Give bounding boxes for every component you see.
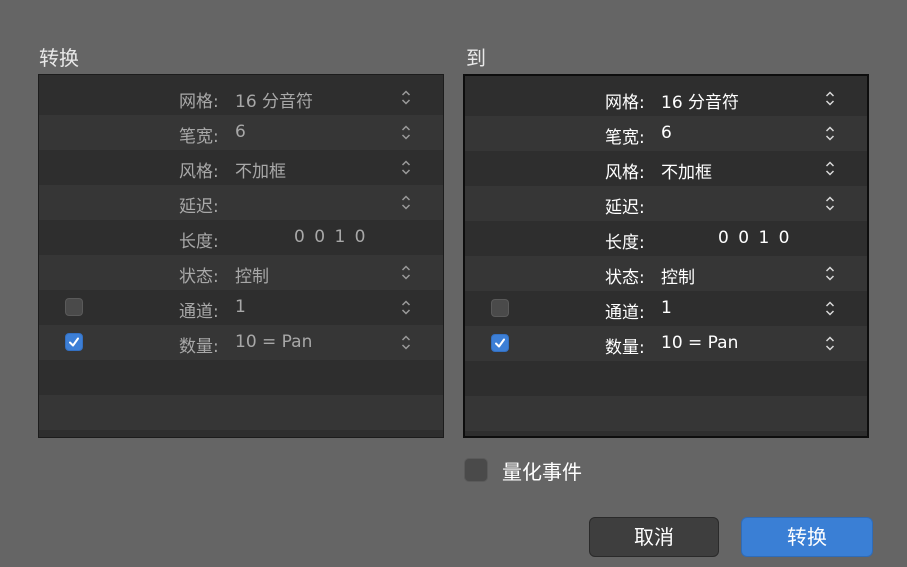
delay-stepper-icon[interactable] [401, 194, 411, 211]
channel-label: 通道: [605, 303, 645, 323]
from-panel: 网格: 16 分音符 笔宽: 6 风格: 不加框 延迟: 长度: 0 0 1 0… [38, 74, 444, 438]
delay-label: 延迟: [605, 198, 645, 218]
delay-stepper-icon[interactable] [825, 195, 835, 212]
from-row-pen-width[interactable]: 笔宽: 6 [39, 115, 443, 150]
from-row-channel[interactable]: 通道: 1 [39, 290, 443, 325]
convert-dialog: 转换 网格: 16 分音符 笔宽: 6 风格: 不加框 延迟: 长度: 0 0 … [0, 0, 907, 567]
status-value: 控制 [235, 267, 269, 287]
empty-row [39, 360, 443, 395]
channel-label: 通道: [179, 302, 219, 322]
from-row-number[interactable]: 数量: 10 = Pan [39, 325, 443, 360]
number-value: 10 = Pan [661, 333, 739, 353]
length-label: 长度: [179, 232, 219, 252]
number-checkbox[interactable] [491, 334, 509, 352]
style-stepper-icon[interactable] [401, 159, 411, 176]
pen-width-stepper-icon[interactable] [401, 124, 411, 141]
grid-stepper-icon[interactable] [401, 89, 411, 106]
channel-value: 1 [661, 298, 672, 318]
pen-width-value: 6 [661, 123, 672, 143]
number-label: 数量: [605, 338, 645, 358]
to-panel: 网格: 16 分音符 笔宽: 6 风格: 不加框 延迟: 长度: 0 0 1 0… [463, 74, 869, 438]
delay-label: 延迟: [179, 197, 219, 217]
grid-label: 网格: [179, 92, 219, 112]
grid-value: 16 分音符 [661, 93, 740, 113]
to-section-title: 到 [466, 46, 486, 70]
to-row-grid[interactable]: 网格: 16 分音符 [465, 81, 867, 116]
empty-row [465, 396, 867, 431]
status-stepper-icon[interactable] [825, 265, 835, 282]
style-value: 不加框 [661, 163, 712, 183]
from-row-style[interactable]: 风格: 不加框 [39, 150, 443, 185]
pen-width-label: 笔宽: [179, 127, 219, 147]
to-row-length[interactable]: 长度: 0 0 1 0 [465, 221, 867, 256]
status-stepper-icon[interactable] [401, 264, 411, 281]
checkmark-icon [69, 337, 79, 347]
pen-width-stepper-icon[interactable] [825, 125, 835, 142]
quantize-events-label: 量化事件 [502, 460, 582, 484]
from-section-title: 转换 [39, 46, 79, 70]
empty-row [465, 361, 867, 396]
from-row-status[interactable]: 状态: 控制 [39, 255, 443, 290]
to-row-pen-width[interactable]: 笔宽: 6 [465, 116, 867, 151]
channel-value: 1 [235, 297, 246, 317]
status-value: 控制 [661, 268, 695, 288]
checkmark-icon [495, 338, 505, 348]
length-value[interactable]: 0 0 1 0 [718, 228, 791, 248]
to-row-delay[interactable]: 延迟: [465, 186, 867, 221]
style-value: 不加框 [235, 162, 286, 182]
style-label: 风格: [605, 163, 645, 183]
empty-row [39, 395, 443, 430]
convert-button[interactable]: 转换 [741, 517, 873, 557]
number-value: 10 = Pan [235, 332, 313, 352]
pen-width-label: 笔宽: [605, 128, 645, 148]
status-label: 状态: [179, 267, 219, 287]
number-label: 数量: [179, 337, 219, 357]
to-row-style[interactable]: 风格: 不加框 [465, 151, 867, 186]
length-value[interactable]: 0 0 1 0 [294, 227, 367, 247]
number-stepper-icon[interactable] [401, 334, 411, 351]
grid-label: 网格: [605, 93, 645, 113]
channel-checkbox[interactable] [491, 299, 509, 317]
cancel-button[interactable]: 取消 [589, 517, 719, 557]
length-label: 长度: [605, 233, 645, 253]
style-stepper-icon[interactable] [825, 160, 835, 177]
status-label: 状态: [605, 268, 645, 288]
to-row-status[interactable]: 状态: 控制 [465, 256, 867, 291]
channel-stepper-icon[interactable] [401, 299, 411, 316]
grid-value: 16 分音符 [235, 92, 314, 112]
pen-width-value: 6 [235, 122, 246, 142]
from-row-grid[interactable]: 网格: 16 分音符 [39, 80, 443, 115]
number-checkbox[interactable] [65, 333, 83, 351]
number-stepper-icon[interactable] [825, 335, 835, 352]
grid-stepper-icon[interactable] [825, 90, 835, 107]
from-row-length[interactable]: 长度: 0 0 1 0 [39, 220, 443, 255]
quantize-events-checkbox[interactable] [464, 458, 488, 482]
to-row-channel[interactable]: 通道: 1 [465, 291, 867, 326]
style-label: 风格: [179, 162, 219, 182]
channel-stepper-icon[interactable] [825, 300, 835, 317]
from-row-delay[interactable]: 延迟: [39, 185, 443, 220]
to-row-number[interactable]: 数量: 10 = Pan [465, 326, 867, 361]
channel-checkbox[interactable] [65, 298, 83, 316]
